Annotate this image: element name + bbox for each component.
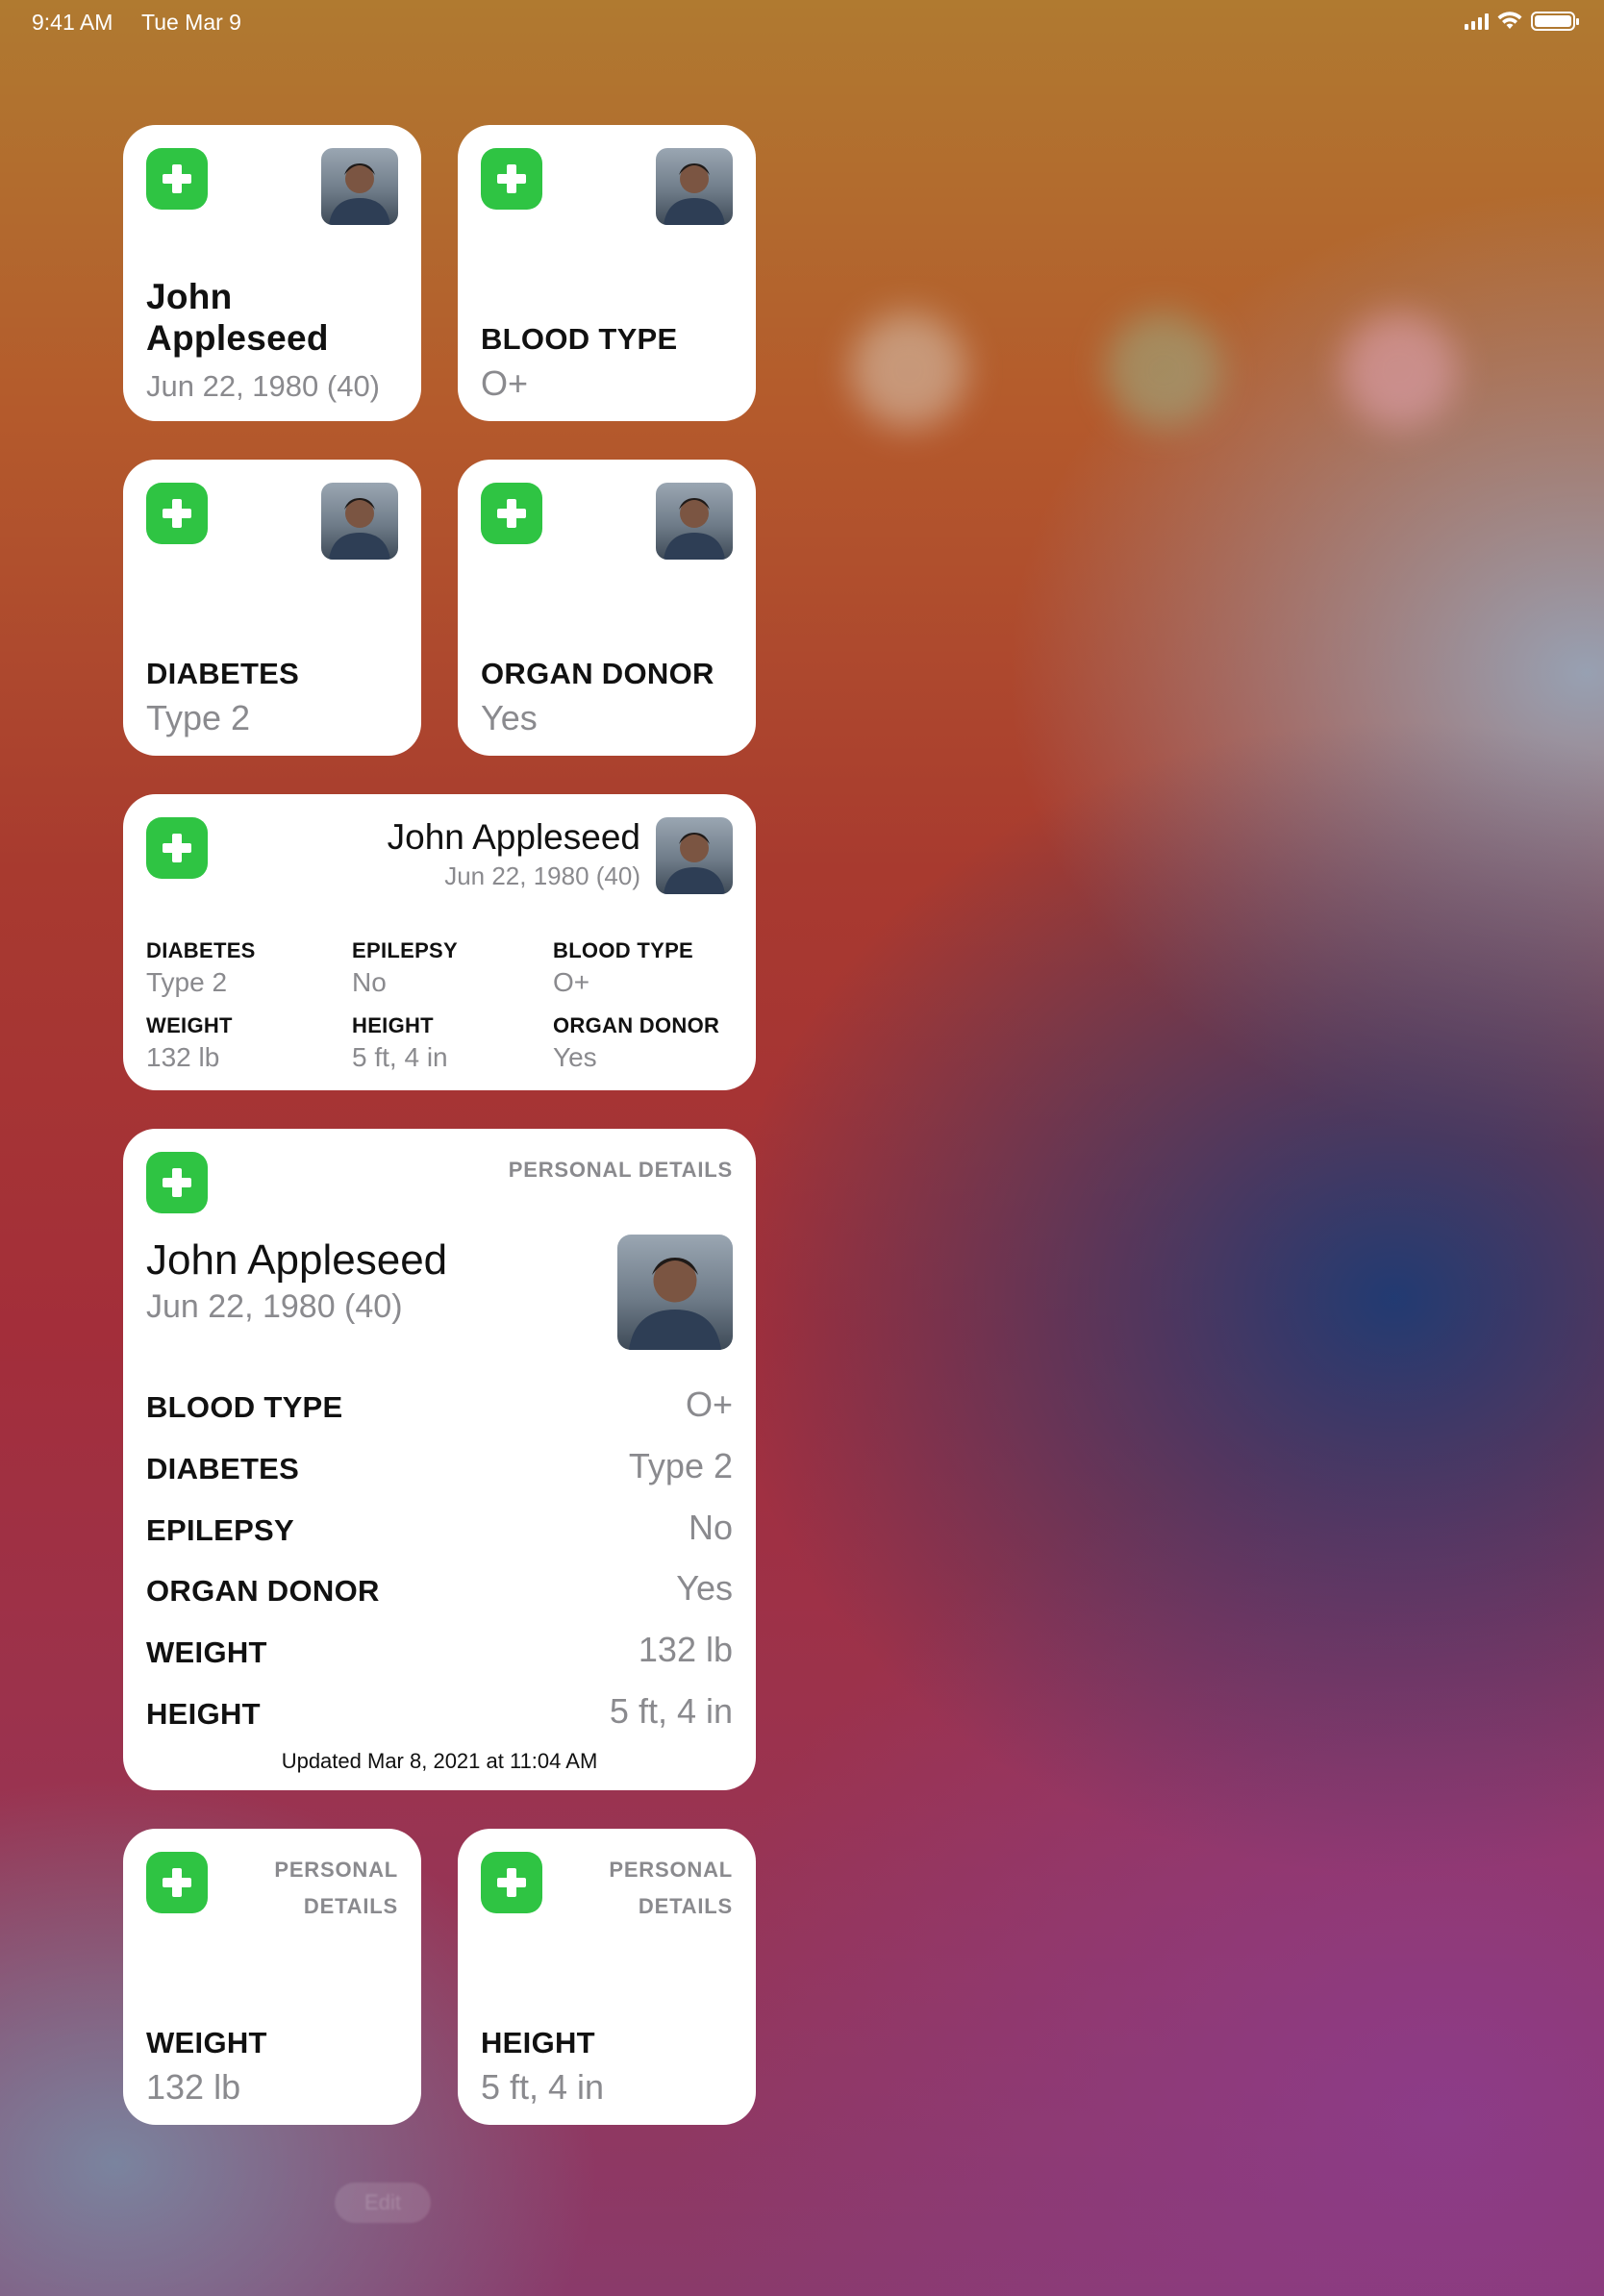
row-value-blood-type: O+ [685,1385,733,1424]
section-tag-line2: DETAILS [638,1894,733,1918]
first-name: John [146,277,233,316]
blood-type-widget[interactable]: BLOOD TYPE O+ [458,125,756,421]
blood-type-label: BLOOD TYPE [481,322,678,356]
status-date: Tue Mar 9 [141,10,241,35]
grid-value-diabetes: Type 2 [146,967,228,997]
birth-date: Jun 22, 1980 (40) [444,861,640,890]
medical-id-medium-widget[interactable]: John Appleseed Jun 22, 1980 (40) DIABETE… [123,794,756,1090]
weight-label: WEIGHT [146,2026,267,2059]
row-value-diabetes: Type 2 [628,1446,733,1485]
grid-label-weight: WEIGHT [146,1013,233,1037]
grid-label-epilepsy: EPILEPSY [352,938,458,962]
medical-id-large-widget[interactable]: PERSONAL DETAILS John Appleseed Jun 22, … [123,1129,756,1790]
profile-name: John Appleseed [146,1236,448,1284]
organ-donor-widget[interactable]: ORGAN DONOR Yes [458,460,756,756]
row-label-organ-donor: ORGAN DONOR [146,1574,380,1608]
diabetes-label: DIABETES [146,657,300,690]
medical-id-plus-icon [481,1852,542,1913]
profile-name: John Appleseed [387,817,640,857]
grid-value-epilepsy: No [352,967,387,997]
diabetes-value: Type 2 [146,698,251,737]
height-value: 5 ft, 4 in [481,2067,605,2107]
avatar [656,817,733,894]
row-value-organ-donor: Yes [676,1568,733,1608]
blurred-app-icon [1341,312,1457,428]
blurred-app-icon [1106,312,1221,428]
row-label-weight: WEIGHT [146,1635,267,1669]
wifi-icon [1497,12,1522,29]
row-label-epilepsy: EPILEPSY [146,1513,295,1547]
grid-label-diabetes: DIABETES [146,938,256,962]
blood-type-value: O+ [481,363,529,403]
section-tag-line2: DETAILS [303,1894,398,1918]
grid-label-blood-type: BLOOD TYPE [553,938,694,962]
status-bar: 9:41 AM Tue Mar 9 [0,0,1604,44]
row-value-epilepsy: No [688,1508,733,1547]
medical-id-plus-icon [481,148,542,210]
section-tag-line1: PERSONAL [609,1858,733,1882]
height-widget[interactable]: PERSONAL DETAILS HEIGHT 5 ft, 4 in [458,1829,756,2125]
avatar [321,148,398,225]
medical-id-name-widget[interactable]: John Appleseed Jun 22, 1980 (40) [123,125,421,421]
avatar [656,483,733,560]
grid-value-height: 5 ft, 4 in [352,1042,448,1072]
grid-label-organ-donor: ORGAN DONOR [553,1013,720,1037]
organ-donor-label: ORGAN DONOR [481,657,714,690]
birth-date: Jun 22, 1980 (40) [146,369,381,403]
medical-id-plus-icon [146,1152,208,1213]
battery-icon [1531,12,1579,31]
diabetes-widget[interactable]: DIABETES Type 2 [123,460,421,756]
edit-button[interactable]: Edit [335,2183,431,2223]
grid-label-height: HEIGHT [352,1013,434,1037]
row-label-diabetes: DIABETES [146,1452,300,1485]
status-icons [1465,12,1579,31]
avatar [617,1235,733,1350]
grid-value-organ-donor: Yes [553,1042,597,1072]
weight-widget[interactable]: PERSONAL DETAILS WEIGHT 132 lb [123,1829,421,2125]
height-label: HEIGHT [481,2026,595,2059]
row-label-height: HEIGHT [146,1697,261,1731]
medical-id-plus-icon [146,483,208,544]
section-tag: PERSONAL DETAILS [508,1158,733,1182]
updated-timestamp: Updated Mar 8, 2021 at 11:04 AM [281,1749,598,1773]
medical-id-plus-icon [146,148,208,210]
avatar [656,148,733,225]
blurred-app-icon [851,312,966,428]
row-value-height: 5 ft, 4 in [609,1691,733,1731]
grid-value-weight: 132 lb [146,1042,220,1072]
section-tag-line1: PERSONAL [274,1858,398,1882]
medical-id-plus-icon [146,1852,208,1913]
birth-date: Jun 22, 1980 (40) [146,1288,403,1325]
medical-id-plus-icon [481,483,542,544]
status-time: 9:41 AM [32,10,113,35]
organ-donor-value: Yes [481,698,538,737]
signal-icon [1465,12,1489,30]
grid-value-blood-type: O+ [553,967,590,997]
row-value-weight: 132 lb [638,1630,733,1669]
medical-id-plus-icon [146,817,208,879]
weight-value: 132 lb [146,2067,241,2107]
avatar [321,483,398,560]
last-name: Appleseed [146,318,329,358]
row-label-blood-type: BLOOD TYPE [146,1390,343,1424]
